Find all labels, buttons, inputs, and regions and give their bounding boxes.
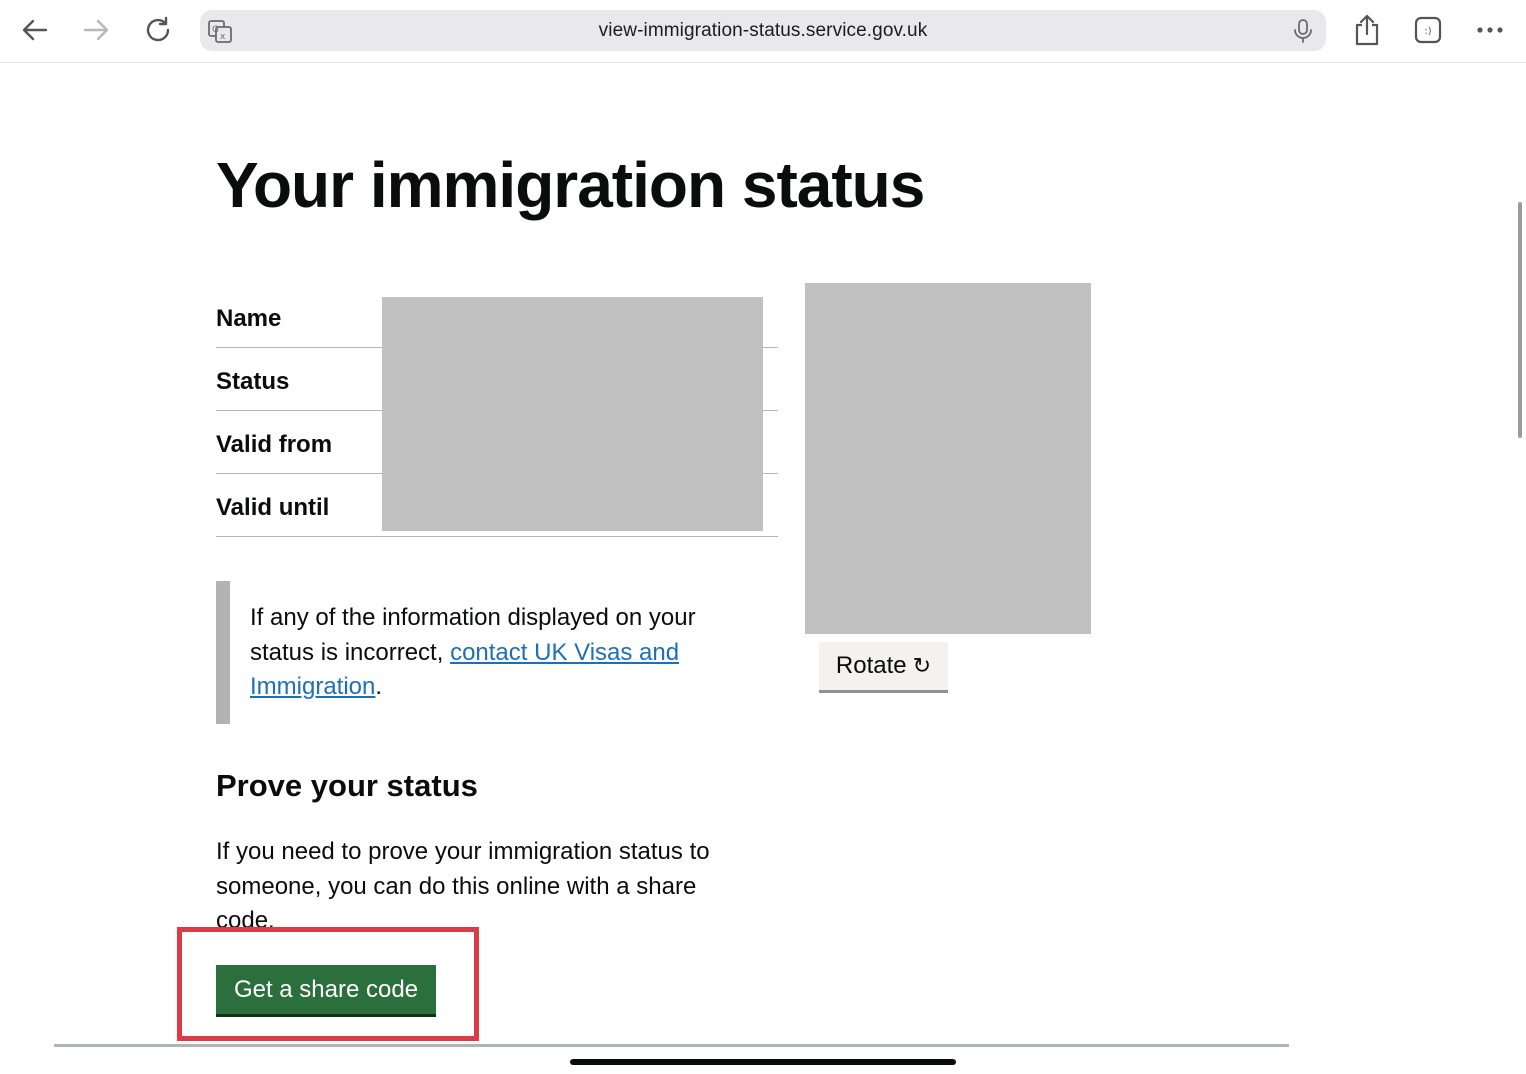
microphone-icon[interactable] <box>1292 19 1314 48</box>
forward-button[interactable] <box>76 10 116 50</box>
inset-text: If any of the information displayed on y… <box>216 581 750 724</box>
arrow-right-icon <box>83 19 109 41</box>
share-icon <box>1355 14 1379 46</box>
summary-key-valid-until: Valid until <box>216 494 330 521</box>
browser-toolbar: G x view-immigration-status.service.gov.… <box>0 0 1526 63</box>
tabs-badge: :) <box>1424 26 1431 37</box>
redacted-photo <box>805 283 1091 634</box>
redacted-details <box>382 297 763 531</box>
more-icon <box>1477 27 1503 33</box>
rotate-button[interactable]: Rotate ↻ <box>819 642 948 693</box>
scrollbar[interactable] <box>1518 202 1522 438</box>
inset-paragraph: If any of the information displayed on y… <box>250 601 750 705</box>
svg-text:G: G <box>212 25 219 35</box>
prove-status-heading: Prove your status <box>216 768 478 803</box>
footer-rule <box>54 1044 1289 1047</box>
summary-key-status: Status <box>216 368 290 395</box>
rotate-icon: ↻ <box>912 653 932 678</box>
summary-key-name: Name <box>216 305 282 332</box>
arrow-left-icon <box>22 19 48 41</box>
reload-button[interactable] <box>138 10 178 50</box>
more-button[interactable] <box>1470 10 1510 50</box>
translate-icon[interactable]: G x <box>208 19 232 48</box>
rotate-label: Rotate <box>835 652 907 679</box>
inset-text-after: . <box>375 673 383 700</box>
back-button[interactable] <box>15 10 55 50</box>
address-bar[interactable]: G x view-immigration-status.service.gov.… <box>200 10 1326 51</box>
page-title: Your immigration status <box>216 149 925 221</box>
prove-status-body: If you need to prove your immigration st… <box>216 838 710 934</box>
url-text: view-immigration-status.service.gov.uk <box>598 19 928 41</box>
share-button[interactable] <box>1347 10 1387 50</box>
svg-text:x: x <box>220 32 226 42</box>
summary-key-valid-from: Valid from <box>216 431 333 458</box>
tabs-icon: :) <box>1414 16 1442 44</box>
get-share-code-button[interactable]: Get a share code <box>216 965 436 1017</box>
reload-icon <box>146 16 170 42</box>
tabs-button[interactable]: :) <box>1408 10 1448 50</box>
home-indicator <box>570 1059 956 1065</box>
